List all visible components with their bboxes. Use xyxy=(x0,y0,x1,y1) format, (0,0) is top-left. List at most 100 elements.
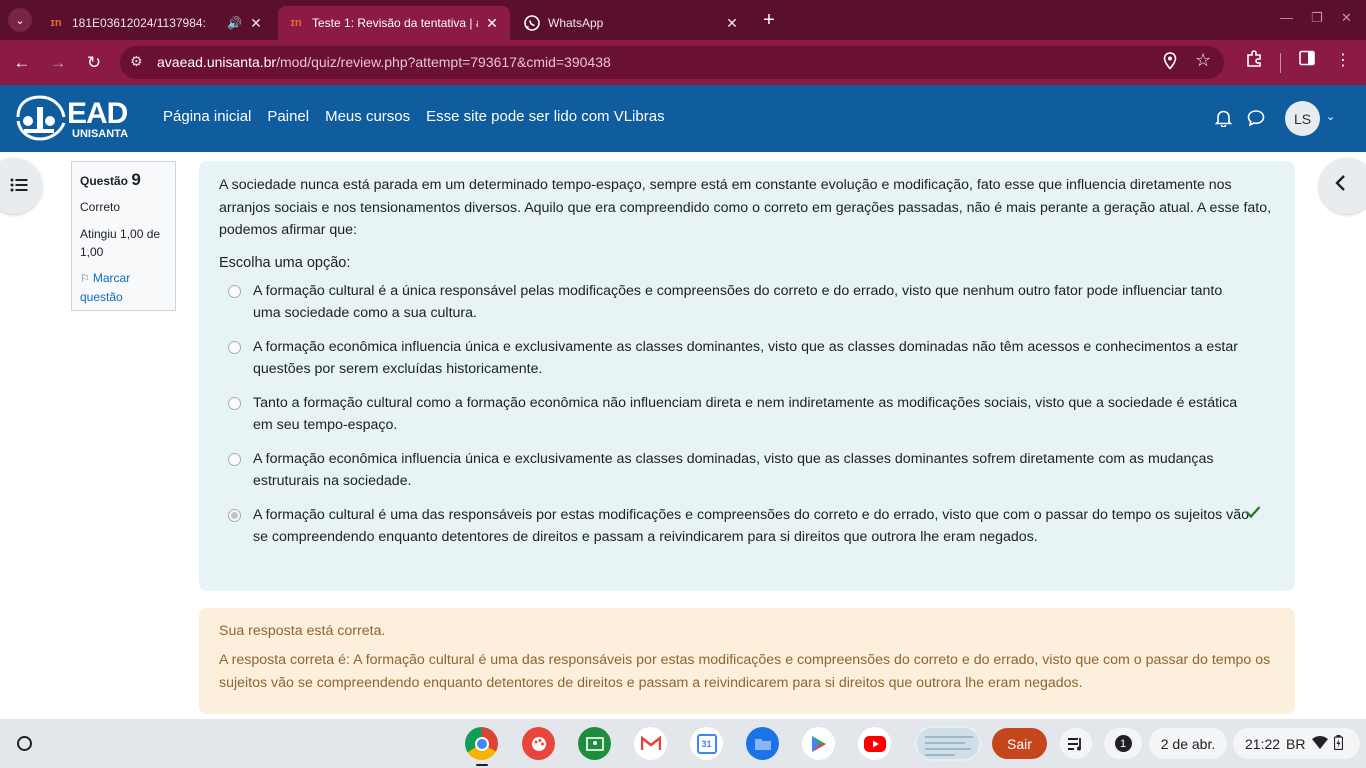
close-tab-icon[interactable]: ✕ xyxy=(724,15,740,32)
running-indicator xyxy=(476,764,488,766)
address-bar[interactable]: ⚙ avaead.unisanta.br/mod/quiz/review.php… xyxy=(120,46,1224,79)
answer-option-text: Tanto a formação cultural como a formaçã… xyxy=(253,394,1238,434)
restore-icon[interactable]: ❐ xyxy=(1311,10,1323,26)
answer-option-text: A formação cultural é uma das responsáve… xyxy=(253,506,1250,546)
tab-title: 181E03612024/1137984: xyxy=(72,16,206,30)
answer-feedback: Sua resposta está correta. A resposta co… xyxy=(199,608,1295,714)
sair-logout-button[interactable]: Sair xyxy=(992,728,1047,759)
system-shelf: 31 Sair 1 2 de abr. 21:22 BR xyxy=(0,719,1366,768)
wifi-icon xyxy=(1311,735,1328,752)
answer-option-text: A formação econômica influencia única e … xyxy=(253,338,1238,378)
browser-toolbar: ← → ↻ ⚙ avaead.unisanta.br/mod/quiz/revi… xyxy=(0,40,1366,85)
notifications-tray[interactable]: 1 xyxy=(1104,728,1142,759)
question-text: A sociedade nunca está parada em um dete… xyxy=(219,177,1272,238)
tab-2[interactable]: WhatsApp ✕ xyxy=(514,6,750,40)
chevron-left-icon xyxy=(1333,172,1349,200)
whatsapp-icon xyxy=(524,15,540,31)
close-tab-icon[interactable]: ✕ xyxy=(248,15,264,32)
url-text[interactable]: avaead.unisanta.br/mod/quiz/review.php?a… xyxy=(157,54,611,70)
notification-count-badge: 1 xyxy=(1114,735,1132,752)
reload-icon[interactable]: ↻ xyxy=(81,50,107,76)
location-pin-icon[interactable] xyxy=(1163,52,1177,75)
unisanta-ead-logo[interactable]: EAD UNISANTA xyxy=(14,91,130,145)
canvas-icon[interactable] xyxy=(522,727,555,760)
radio-button[interactable] xyxy=(228,396,241,410)
block-drawer-button[interactable] xyxy=(1319,158,1366,214)
radio-button[interactable] xyxy=(228,452,241,466)
answer-option-text: A formação econômica influencia única e … xyxy=(253,450,1214,490)
bookmark-star-icon[interactable]: ☆ xyxy=(1195,50,1211,71)
radio-button[interactable] xyxy=(228,340,241,354)
flag-question-link[interactable]: ⚐ Marcar questão xyxy=(80,269,167,306)
logo-text: EAD xyxy=(67,97,128,130)
unisanta-favicon-icon: ɪn xyxy=(50,17,62,29)
correct-checkmark-icon xyxy=(1245,504,1261,527)
question-grade: Atingiu 1,00 de 1,00 xyxy=(80,227,161,259)
answer-option[interactable]: A formação econômica influencia única e … xyxy=(219,448,1275,493)
side-panel-icon[interactable] xyxy=(1294,50,1320,71)
list-icon xyxy=(10,176,28,197)
notifications-bell-icon[interactable] xyxy=(1214,109,1233,132)
nav-vlibras-link[interactable]: Esse site pode ser lido com VLibras xyxy=(426,108,664,125)
tab-1[interactable]: ɪn Teste 1: Revisão da tentativa | a ✕ xyxy=(278,6,510,40)
feedback-correct-answer: A resposta correta é: A formação cultura… xyxy=(219,652,1271,691)
nav-my-courses-link[interactable]: Meus cursos xyxy=(325,108,410,125)
site-settings-icon[interactable]: ⚙ xyxy=(130,53,143,70)
primary-navigation: Página inicial Painel Meus cursos Esse s… xyxy=(163,108,665,125)
playlist-icon[interactable] xyxy=(1060,728,1092,759)
messages-chat-icon[interactable] xyxy=(1247,109,1265,132)
tab-title: Teste 1: Revisão da tentativa | a xyxy=(312,16,478,30)
new-tab-button[interactable]: + xyxy=(758,9,780,31)
gmail-icon[interactable] xyxy=(634,727,667,760)
classroom-icon[interactable] xyxy=(578,727,611,760)
chrome-icon[interactable] xyxy=(465,727,498,760)
back-arrow-icon[interactable]: ← xyxy=(9,50,35,76)
tab-title: WhatsApp xyxy=(548,16,604,30)
calendar-icon[interactable]: 31 xyxy=(690,727,723,760)
date-tray[interactable]: 2 de abr. xyxy=(1149,728,1227,759)
calendar-day: 31 xyxy=(696,733,717,754)
question-state: Correto xyxy=(80,200,121,214)
window-thumbnail[interactable] xyxy=(915,726,981,761)
user-menu-chevron-icon[interactable]: ⌄ xyxy=(1326,110,1335,123)
answer-option-text: A formação cultural é a única responsáve… xyxy=(253,282,1223,322)
answer-prompt: Escolha uma opção: xyxy=(219,254,351,271)
status-tray[interactable]: 21:22 BR xyxy=(1233,728,1360,759)
course-index-drawer-button[interactable] xyxy=(0,158,42,214)
question-number: Questão 9 xyxy=(80,170,141,189)
forward-arrow-icon[interactable]: → xyxy=(45,50,71,76)
tab-0[interactable]: ɪn 181E03612024/1137984: 🔊 ✕ xyxy=(38,6,274,40)
unisanta-favicon-icon: ɪn xyxy=(290,17,302,29)
radio-button[interactable] xyxy=(228,284,241,298)
nav-home-link[interactable]: Página inicial xyxy=(163,108,251,125)
logo-subtext: UNISANTA xyxy=(72,128,129,140)
feedback-result: Sua resposta está correta. xyxy=(219,623,386,639)
tab-search-button[interactable]: ⌄ xyxy=(8,8,32,32)
answer-option-selected[interactable]: A formação cultural é uma das responsáve… xyxy=(219,504,1275,549)
radio-button-checked[interactable] xyxy=(228,508,241,522)
site-header: EAD UNISANTA Página inicial Painel Meus … xyxy=(0,85,1366,152)
chevron-down-icon: ⌄ xyxy=(15,14,25,27)
files-icon[interactable] xyxy=(746,727,779,760)
youtube-icon[interactable] xyxy=(858,727,891,760)
extensions-icon[interactable] xyxy=(1241,50,1267,73)
toolbar-divider xyxy=(1280,53,1281,73)
input-method-indicator: BR xyxy=(1286,735,1306,752)
question-content: A sociedade nunca está parada em um dete… xyxy=(199,161,1295,591)
user-avatar[interactable]: LS xyxy=(1285,101,1320,136)
battery-icon xyxy=(1333,734,1343,753)
close-tab-icon[interactable]: ✕ xyxy=(484,15,500,32)
answer-option[interactable]: A formação econômica influencia única e … xyxy=(219,336,1275,381)
nav-dashboard-link[interactable]: Painel xyxy=(267,108,309,125)
launcher-icon[interactable] xyxy=(17,736,32,751)
minimize-icon[interactable]: — xyxy=(1280,10,1293,25)
close-window-icon[interactable]: ✕ xyxy=(1341,10,1352,26)
answer-options: A formação cultural é a única responsáve… xyxy=(219,280,1275,549)
play-store-icon[interactable] xyxy=(802,727,835,760)
answer-option[interactable]: Tanto a formação cultural como a formaçã… xyxy=(219,392,1275,437)
browser-tab-strip: ⌄ ɪn 181E03612024/1137984: 🔊 ✕ ɪn Teste … xyxy=(0,0,1366,40)
speaker-icon[interactable]: 🔊 xyxy=(227,16,242,30)
kebab-menu-icon[interactable]: ⋮ xyxy=(1330,50,1356,70)
flag-icon: ⚐ xyxy=(80,273,90,285)
answer-option[interactable]: A formação cultural é a única responsáve… xyxy=(219,280,1275,325)
